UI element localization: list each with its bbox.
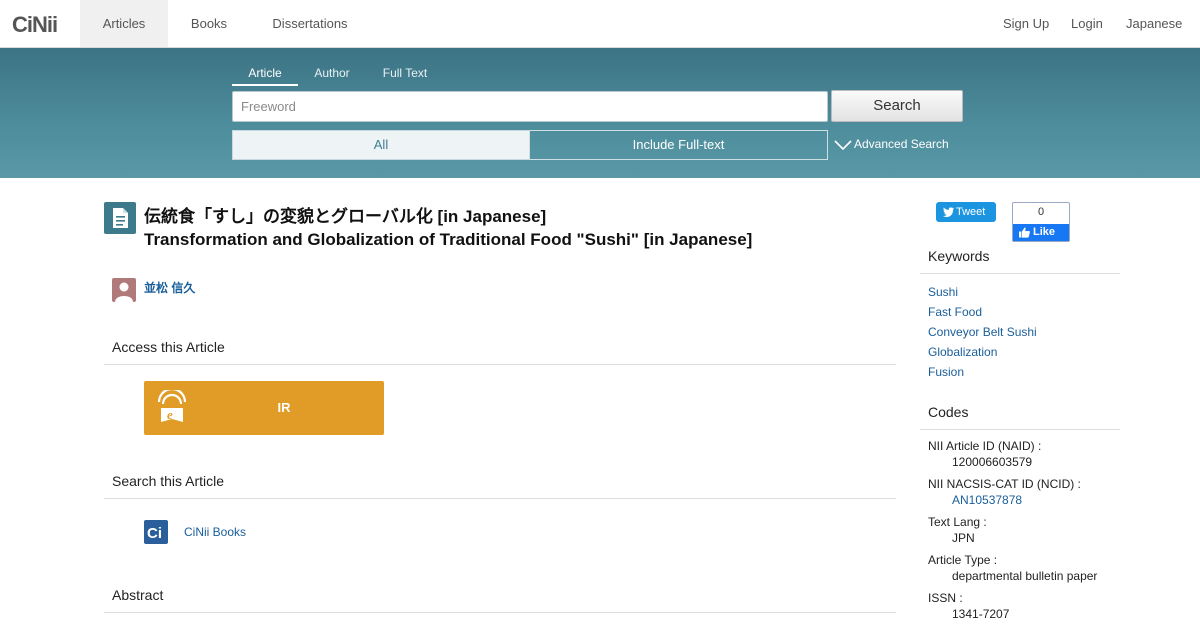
keyword-link[interactable]: Fast Food <box>928 305 982 319</box>
article-title-english: Transformation and Globalization of Trad… <box>144 230 753 249</box>
search-button[interactable]: Search <box>831 90 963 122</box>
cinii-books-link[interactable]: CiNii Books <box>184 525 246 539</box>
chevron-down-icon <box>834 140 852 150</box>
author-avatar-icon <box>112 278 136 302</box>
tweet-label: Tweet <box>956 206 986 218</box>
naid-label: NII Article ID (NAID) : <box>928 439 1042 453</box>
like-count: 0 <box>1037 206 1045 218</box>
search-band: Article Author Full Text Search All Incl… <box>0 48 1200 178</box>
top-navigation: CiNii Articles Books Dissertations Sign … <box>0 0 1200 48</box>
author-link[interactable]: 並松 信久 <box>144 279 195 296</box>
access-section-heading: Access this Article <box>112 339 225 355</box>
search-tab-article[interactable]: Article <box>232 66 298 86</box>
ncid-label: NII NACSIS-CAT ID (NCID) : <box>928 477 1081 491</box>
search-section-heading: Search this Article <box>112 473 225 489</box>
login-link[interactable]: Login <box>1071 0 1103 47</box>
advanced-search-label: Advanced Search <box>854 137 949 151</box>
naid-value: 120006603579 <box>952 455 1033 469</box>
tweet-button[interactable]: Tweet <box>936 202 996 222</box>
keywords-heading: Keywords <box>928 248 990 264</box>
keyword-link[interactable]: Sushi <box>928 285 958 299</box>
nav-tab-articles[interactable]: Articles <box>80 0 168 47</box>
article-type-label: Article Type : <box>928 553 998 567</box>
keyword-link[interactable]: Fusion <box>928 365 964 379</box>
codes-heading: Codes <box>928 404 969 420</box>
search-tab-author[interactable]: Author <box>304 66 360 86</box>
divider <box>104 612 896 613</box>
divider <box>920 429 1120 430</box>
issn-label: ISSN : <box>928 591 963 605</box>
filter-include-full-text[interactable]: Include Full-text <box>529 130 828 160</box>
filter-all[interactable]: All <box>232 130 530 160</box>
facebook-like-widget: 0 Like <box>1012 202 1070 242</box>
twitter-bird-icon <box>943 207 954 217</box>
svg-text:CiNii: CiNii <box>12 12 57 37</box>
nav-tab-dissertations[interactable]: Dissertations <box>264 0 356 47</box>
advanced-search-link[interactable]: Advanced Search <box>834 137 949 151</box>
divider <box>104 364 896 365</box>
thumbs-up-icon <box>1019 227 1030 238</box>
keyword-link[interactable]: Globalization <box>928 345 997 359</box>
sign-up-link[interactable]: Sign Up <box>1003 0 1049 47</box>
ir-label: IR <box>277 400 291 415</box>
divider <box>104 498 896 499</box>
search-tab-full-text[interactable]: Full Text <box>374 66 436 86</box>
cinii-logo[interactable]: CiNii <box>12 10 64 38</box>
text-lang-value: JPN <box>952 531 975 545</box>
svg-text:Ci: Ci <box>147 525 162 542</box>
article-title-japanese: 伝統食「すし」の変貌とグローバル化 [in Japanese] <box>144 207 547 226</box>
abstract-section-heading: Abstract <box>112 587 164 603</box>
cinii-books-icon[interactable]: Ci <box>144 520 168 544</box>
nav-tab-books[interactable]: Books <box>176 0 242 47</box>
like-label: Like <box>1033 226 1056 238</box>
issn-value: 1341-7207 <box>952 607 1010 621</box>
document-icon <box>104 202 136 234</box>
text-lang-label: Text Lang : <box>928 515 987 529</box>
divider <box>920 273 1120 274</box>
ir-access-button[interactable]: e IR <box>144 381 384 435</box>
article-type-value: departmental bulletin paper <box>952 569 1098 583</box>
ncid-link[interactable]: AN10537878 <box>952 493 1022 507</box>
search-input[interactable] <box>232 91 828 122</box>
language-link[interactable]: Japanese <box>1126 0 1182 47</box>
like-button[interactable]: Like <box>1013 224 1069 241</box>
keyword-link[interactable]: Conveyor Belt Sushi <box>928 325 1037 339</box>
